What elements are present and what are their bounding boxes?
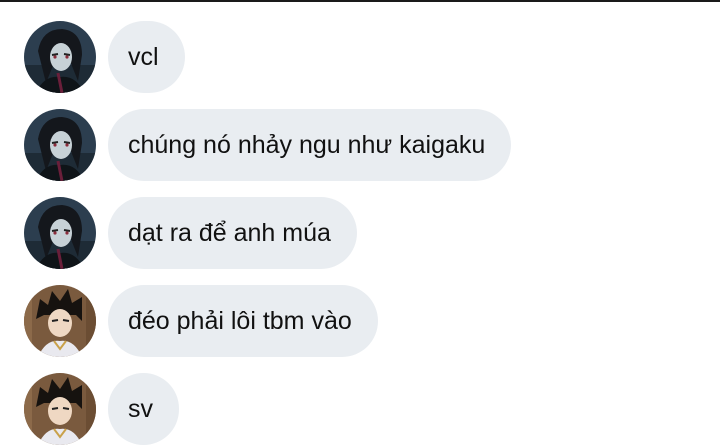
chat-message-row: sv	[24, 373, 179, 445]
chat-message-row: vcl	[24, 21, 185, 93]
avatar[interactable]	[24, 21, 96, 93]
chat-message-row: đéo phải lôi tbm vào	[24, 285, 378, 357]
message-bubble[interactable]: đéo phải lôi tbm vào	[108, 285, 378, 357]
avatar[interactable]	[24, 197, 96, 269]
chat-message-list[interactable]: vcl chúng nó nhảy ngu như kaigaku dạt ra…	[0, 0, 720, 448]
avatar[interactable]	[24, 373, 96, 445]
chat-message-row: dạt ra để anh múa	[24, 197, 357, 269]
message-bubble[interactable]: chúng nó nhảy ngu như kaigaku	[108, 109, 512, 181]
avatar[interactable]	[24, 109, 96, 181]
message-bubble[interactable]: dạt ra để anh múa	[108, 197, 357, 269]
user-avatar-icon	[24, 197, 96, 269]
avatar[interactable]	[24, 285, 96, 357]
user-avatar-icon	[24, 109, 96, 181]
user-avatar-icon	[24, 21, 96, 93]
user-avatar-icon	[24, 285, 96, 357]
message-bubble[interactable]: vcl	[108, 21, 185, 93]
user-avatar-icon	[24, 373, 96, 445]
chat-message-row: chúng nó nhảy ngu như kaigaku	[24, 109, 512, 181]
message-bubble[interactable]: sv	[108, 373, 179, 445]
